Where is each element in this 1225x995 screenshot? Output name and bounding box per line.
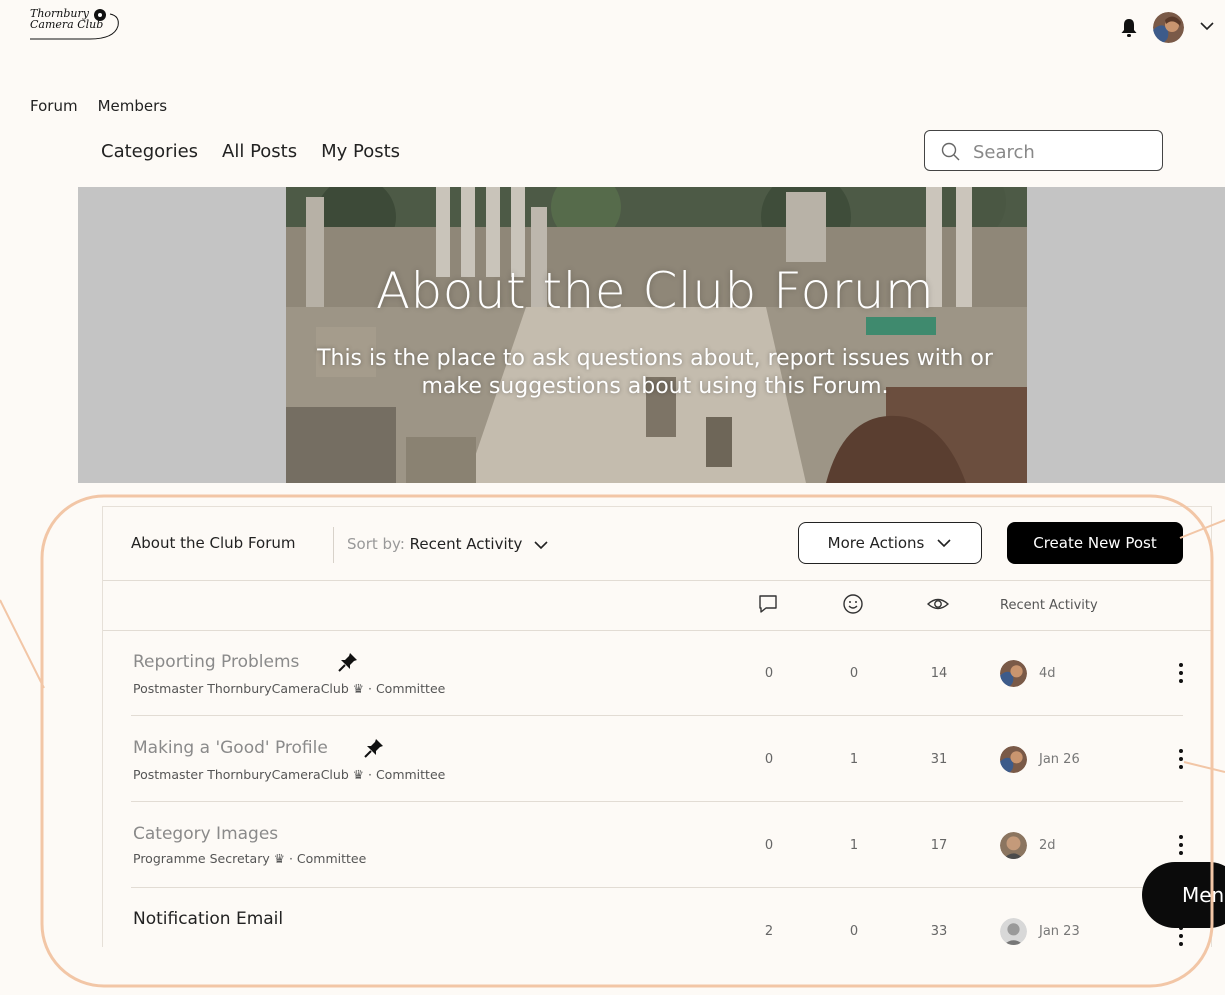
nav-forum[interactable]: Forum <box>30 97 78 115</box>
nav-members[interactable]: Members <box>98 97 168 115</box>
divider <box>103 580 1211 581</box>
site-nav: Forum Members <box>30 97 187 115</box>
crown-icon: ♛ <box>273 851 285 866</box>
view-count: 17 <box>930 838 948 853</box>
comment-count: 2 <box>764 924 774 939</box>
sort-dropdown[interactable]: Sort by: Recent Activity <box>347 535 549 553</box>
activity-time: Jan 23 <box>1039 924 1080 939</box>
divider <box>103 630 1211 631</box>
activity-time: Jan 26 <box>1039 752 1080 767</box>
chevron-down-icon <box>937 539 951 548</box>
avatar[interactable] <box>1000 918 1027 945</box>
crown-icon: ♛ <box>352 767 364 782</box>
post-title[interactable]: Category Images <box>133 824 278 844</box>
like-count: 1 <box>849 838 859 853</box>
tab-all-posts[interactable]: All Posts <box>222 141 297 162</box>
post-title[interactable]: Notification Email <box>133 909 283 929</box>
more-options-icon[interactable] <box>1178 834 1184 856</box>
category-title: About the Club Forum <box>131 534 296 552</box>
pin-icon <box>337 651 359 673</box>
user-avatar[interactable] <box>1153 12 1184 43</box>
like-count: 0 <box>849 924 859 939</box>
view-count: 14 <box>930 666 948 681</box>
pin-icon <box>363 737 385 759</box>
post-title[interactable]: Reporting Problems <box>133 652 299 672</box>
like-count: 1 <box>849 752 859 767</box>
chat-menu-button[interactable]: Men <box>1142 862 1225 928</box>
comment-count: 0 <box>764 752 774 767</box>
post-role: Committee <box>375 767 446 782</box>
eye-icon <box>926 593 950 615</box>
post-author[interactable]: Programme Secretary <box>133 851 270 866</box>
avatar[interactable] <box>1000 832 1027 859</box>
divider <box>131 801 1183 802</box>
hero-subtitle-line-1: This is the place to ask questions about… <box>317 346 993 371</box>
like-count: 0 <box>849 666 859 681</box>
more-options-icon[interactable] <box>1178 748 1184 770</box>
hero-subtitle: This is the place to ask questions about… <box>260 345 1050 401</box>
activity-time: 4d <box>1039 666 1056 681</box>
comment-count: 0 <box>764 666 774 681</box>
post-meta: Postmaster ThornburyCameraClub ♛ · Committ… <box>133 681 446 696</box>
post-author[interactable]: Postmaster ThornburyCameraClub <box>133 681 349 696</box>
club-logo[interactable]: Thornbury Camera Club <box>30 6 125 40</box>
comment-count: 0 <box>764 838 774 853</box>
more-actions-label: More Actions <box>827 534 925 552</box>
posts-panel: About the Club Forum Sort by: Recent Act… <box>102 506 1212 947</box>
divider <box>131 715 1183 716</box>
crown-icon: ♛ <box>352 681 364 696</box>
avatar[interactable] <box>1000 660 1027 687</box>
search-icon <box>941 142 960 161</box>
post-title[interactable]: Making a 'Good' Profile <box>133 738 328 758</box>
activity-time: 2d <box>1039 838 1056 853</box>
create-new-post-button[interactable]: Create New Post <box>1007 522 1183 564</box>
forum-nav: Categories All Posts My Posts <box>101 141 424 162</box>
post-role: Committee <box>296 851 367 866</box>
sort-label: Sort by: <box>347 535 405 553</box>
toolbar-divider <box>333 527 334 563</box>
logo-line-2: Camera Club <box>30 18 104 31</box>
tab-categories[interactable]: Categories <box>101 141 198 162</box>
avatar[interactable] <box>1000 746 1027 773</box>
more-options-icon[interactable] <box>1178 662 1184 684</box>
search-box <box>924 130 1163 171</box>
post-role: Committee <box>375 681 446 696</box>
recent-activity-header: Recent Activity <box>1000 598 1098 613</box>
chat-menu-label: Men <box>1182 883 1225 907</box>
more-options-icon[interactable] <box>1178 925 1184 947</box>
chevron-down-icon <box>534 540 548 549</box>
comment-icon <box>757 593 779 615</box>
divider <box>131 887 1183 888</box>
post-author[interactable]: Postmaster ThornburyCameraClub <box>133 767 349 782</box>
post-meta: Postmaster ThornburyCameraClub ♛ · Committ… <box>133 767 446 782</box>
more-actions-button[interactable]: More Actions <box>798 522 982 564</box>
search-input[interactable] <box>971 139 1155 165</box>
view-count: 31 <box>930 752 948 767</box>
bell-icon[interactable] <box>1120 18 1138 38</box>
smiley-icon <box>842 593 864 615</box>
sort-value: Recent Activity <box>409 535 523 553</box>
hero-title: About the Club Forum <box>375 262 935 320</box>
tab-my-posts[interactable]: My Posts <box>321 141 400 162</box>
chevron-down-icon[interactable] <box>1198 18 1216 32</box>
hero-image <box>286 187 1027 483</box>
post-meta: Programme Secretary ♛ · Committee <box>133 851 367 866</box>
hero-subtitle-line-2: make suggestions about using this Forum. <box>421 374 889 399</box>
view-count: 33 <box>930 924 948 939</box>
